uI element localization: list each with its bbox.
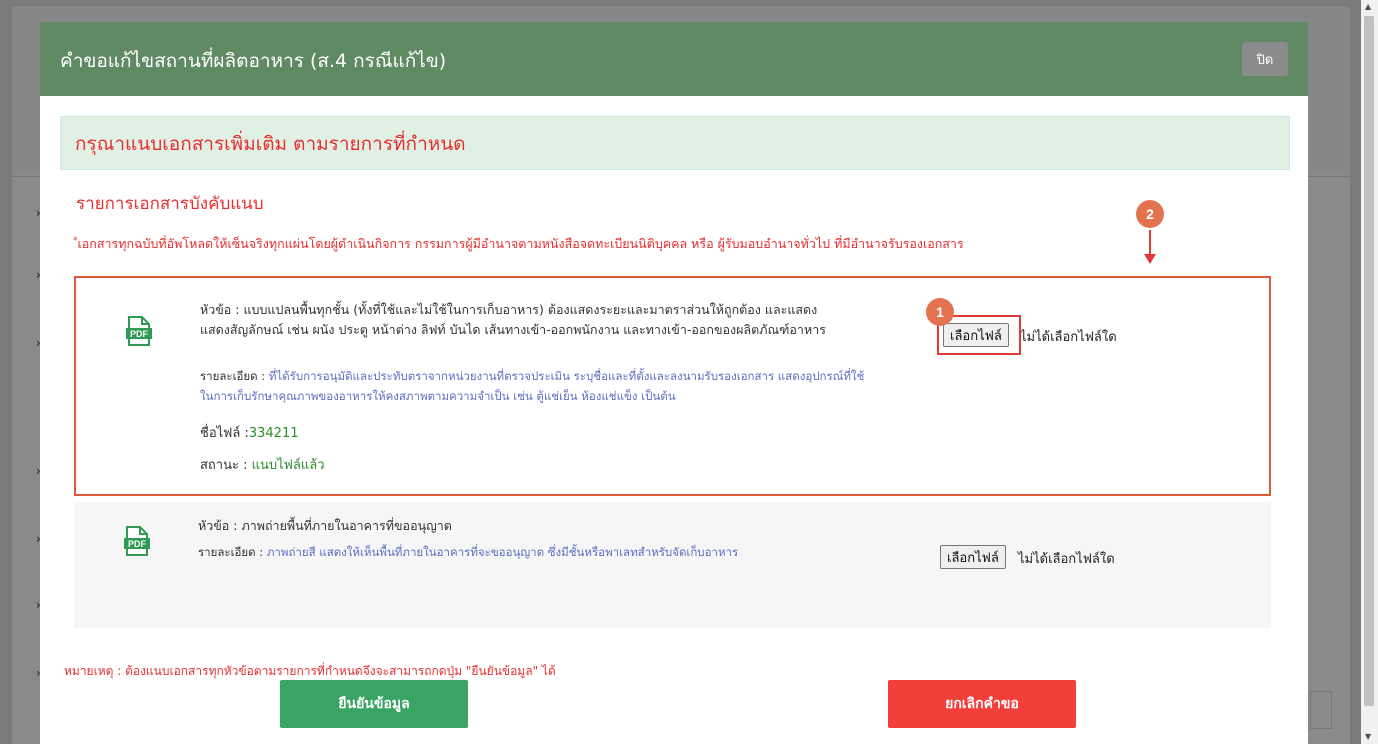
- heading-label: หัวข้อ :: [198, 518, 242, 533]
- modal-header: คำขอแก้ไขสถานที่ผลิตอาหาร (ส.4 กรณีแก้ไข…: [40, 22, 1308, 96]
- notice-title: กรุณาแนบเอกสารเพิ่มเติม ตามรายการที่กำหน…: [75, 133, 466, 155]
- file-name-label: ชื่อไฟล์ :: [200, 426, 249, 441]
- required-docs-note: *เอกสารทุกฉบับที่อัพโหลดให้เซ็นจริงทุกแผ…: [73, 234, 964, 254]
- document-upload-modal: คำขอแก้ไขสถานที่ผลิตอาหาร (ส.4 กรณีแก้ไข…: [40, 22, 1308, 744]
- heading-text: ภาพถ่ายพื้นที่ภายในอาคารที่ขออนุญาต: [241, 518, 452, 533]
- heading-label: หัวข้อ :: [200, 302, 244, 317]
- required-note-text: เอกสารทุกฉบับที่อัพโหลดให้เซ็นจริงทุกแผ่…: [77, 236, 964, 251]
- document-detail: รายละเอียด : ที่ได้รับการอนุมัติและประทั…: [200, 366, 864, 406]
- required-docs-title: รายการเอกสารบังคับแนบ: [76, 194, 264, 214]
- detail-label: รายละเอียด :: [200, 369, 269, 383]
- file-status-text: ไม่ได้เลือกไฟล์ใด: [1018, 552, 1115, 567]
- scroll-up-icon[interactable]: ▲: [1365, 2, 1371, 11]
- document-heading: หัวข้อ : แบบแปลนพื้นทุกชั้น (ทั้งที่ใช้แ…: [200, 300, 826, 340]
- document-item: PDF หัวข้อ : แบบแปลนพื้นทุกชั้น (ทั้งที่…: [74, 276, 1271, 496]
- step-badge-2: 2: [1136, 200, 1164, 228]
- cancel-request-button[interactable]: ยกเลิกคำขอ: [888, 680, 1076, 728]
- arrow-down-icon: [1144, 254, 1156, 264]
- notice-banner: กรุณาแนบเอกสารเพิ่มเติม ตามรายการที่กำหน…: [60, 116, 1290, 170]
- detail-text-cont: ในการเก็บรักษาคุณภาพของอาหารให้คงสภาพตาม…: [200, 389, 676, 403]
- document-item: PDF หัวข้อ : ภาพถ่ายพื้นที่ภายในอาคารที่…: [74, 502, 1271, 628]
- choose-file-button[interactable]: เลือกไฟล์: [940, 545, 1006, 569]
- document-detail: รายละเอียด : ภาพถ่ายสี แสดงให้เห็นพื้นที…: [198, 542, 738, 562]
- document-heading: หัวข้อ : ภาพถ่ายพื้นที่ภายในอาคารที่ขออน…: [198, 516, 452, 536]
- heading-text-cont: แสดงสัญลักษณ์ เช่น ผนัง ประตู หน้าต่าง ล…: [200, 322, 826, 337]
- status-row: สถานะ : แนบไฟล์แล้ว: [200, 454, 325, 475]
- detail-text: ภาพถ่ายสี แสดงให้เห็นพื้นที่ภายในอาคารที…: [266, 545, 739, 559]
- file-status-text: ไม่ได้เลือกไฟล์ใด: [1020, 330, 1117, 345]
- file-name-value: 334211: [248, 426, 299, 441]
- heading-text: แบบแปลนพื้นทุกชั้น (ทั้งที่ใช้และไม่ใช้ใ…: [243, 302, 818, 317]
- close-button[interactable]: ปิด: [1242, 42, 1288, 76]
- scrollbar-thumb[interactable]: [1364, 16, 1374, 706]
- detail-label: รายละเอียด :: [198, 545, 267, 559]
- modal-title: คำขอแก้ไขสถานที่ผลิตอาหาร (ส.4 กรณีแก้ไข…: [60, 50, 447, 72]
- remark-text: หมายเหตุ : ต้องแนบเอกสารทุกหัวข้อตามรายก…: [64, 664, 556, 678]
- page-scrollbar[interactable]: ▲ ▼: [1361, 0, 1378, 744]
- svg-text:PDF: PDF: [130, 329, 149, 339]
- scroll-down-icon[interactable]: ▼: [1365, 732, 1371, 741]
- status-badge: แนบไฟล์แล้ว: [251, 458, 325, 473]
- pdf-icon: PDF: [124, 526, 150, 556]
- pdf-icon: PDF: [126, 316, 152, 346]
- confirm-button[interactable]: ยืนยันข้อมูล: [280, 680, 468, 728]
- status-label: สถานะ :: [200, 458, 252, 473]
- arrow-line: [1149, 230, 1151, 254]
- step-badge-1: 1: [926, 298, 954, 326]
- detail-text: ที่ได้รับการอนุมัติและประทับตราจากหน่วยง…: [268, 369, 865, 383]
- svg-text:PDF: PDF: [128, 539, 147, 549]
- file-name-row: ชื่อไฟล์ :334211: [200, 422, 299, 443]
- background-box: [1310, 691, 1332, 729]
